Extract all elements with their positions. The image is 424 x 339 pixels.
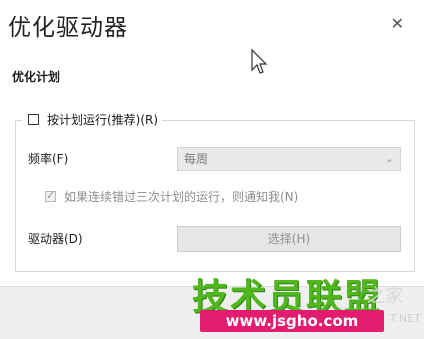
frequency-label: 频率(F) xyxy=(28,152,69,166)
drives-label: 驱动器(D) xyxy=(28,232,83,246)
frequency-select-value: 每周 xyxy=(184,152,209,166)
notify-checkbox-row[interactable]: 如果连续错过三次计划的运行，则通知我(N) xyxy=(45,188,298,205)
schedule-checkbox-row[interactable]: 按计划运行(推荐)(R) xyxy=(22,111,163,128)
watermark-ghost-text: 之家 xyxy=(367,286,403,307)
select-drives-button[interactable]: 选择(H) xyxy=(177,226,401,252)
dialog-title: 优化驱动器 xyxy=(8,15,128,41)
chevron-down-icon: ⌄ xyxy=(384,152,394,165)
watermark-url: www.jsgho.com xyxy=(200,310,384,332)
watermark: 技术员联盟 之家 www.jsgho.com T.NET xyxy=(192,268,424,334)
notify-checkbox-label: 如果连续错过三次计划的运行，则通知我(N) xyxy=(64,190,299,204)
frequency-select[interactable]: 每周 ⌄ xyxy=(177,147,401,171)
section-title: 优化计划 xyxy=(12,70,61,84)
schedule-checkbox-label: 按计划运行(推荐)(R) xyxy=(47,113,159,127)
notify-checkbox[interactable] xyxy=(45,189,56,202)
schedule-checkbox[interactable] xyxy=(28,114,39,125)
mouse-cursor-icon xyxy=(251,48,268,74)
close-icon[interactable]: ✕ xyxy=(391,14,404,33)
watermark-ghost-small: T.NET xyxy=(390,312,421,325)
